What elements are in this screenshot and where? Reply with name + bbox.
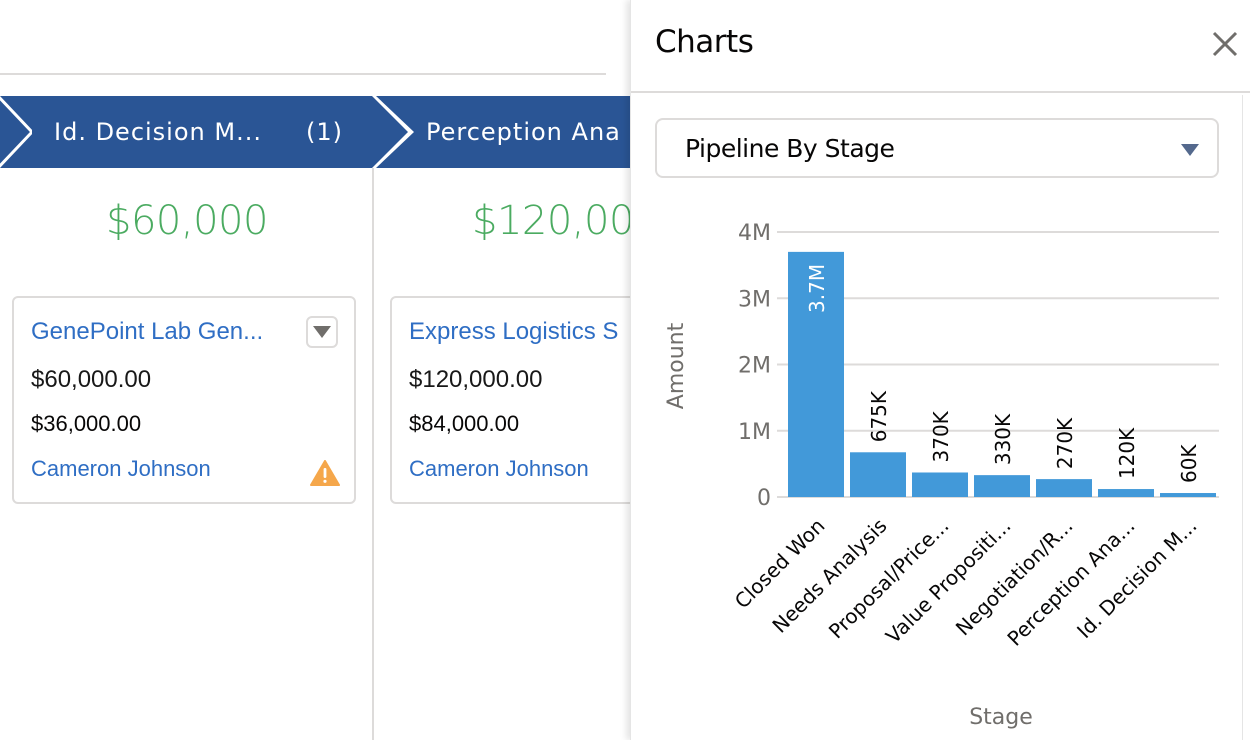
chart-svg: 01M2M3M4MAmount3.7MClosed Won675KNeeds A…	[664, 221, 1219, 730]
opportunity-name-link[interactable]: GenePoint Lab Gen...	[31, 318, 263, 346]
stage-chevron-icon	[372, 96, 416, 168]
stage-chevron-icon	[0, 96, 32, 168]
close-panel-button[interactable]	[1207, 26, 1243, 62]
header-divider	[0, 73, 606, 75]
panel-scrollbar[interactable]	[1242, 95, 1243, 740]
bar-value-label: 370K	[929, 410, 953, 462]
bar-value-label: 3.7M	[805, 264, 829, 313]
bar-4[interactable]	[1036, 479, 1092, 497]
bar-value-label: 330K	[991, 413, 1015, 465]
kanban-board: Id. Decision M... (1) Perception Ana $60…	[0, 0, 690, 740]
opportunity-owner-link[interactable]: Cameron Johnson	[31, 456, 211, 482]
warning-icon[interactable]	[310, 460, 340, 486]
charts-panel: Charts Pipeline By Stage 0 1M 2M 3M 4M Amount…	[630, 0, 1250, 740]
opportunity-owner-link[interactable]: Cameron Johnson	[409, 456, 589, 482]
caret-down-icon	[1181, 144, 1199, 156]
stage-count: (1)	[306, 118, 343, 146]
bar-value-label: 60K	[1177, 444, 1201, 483]
chart-select-value: Pipeline By Stage	[685, 134, 895, 163]
panel-header: Charts	[631, 0, 1250, 93]
column-divider	[372, 168, 374, 740]
x-tick-label: Needs Analysis	[767, 514, 891, 638]
opportunity-expected-revenue: $36,000.00	[31, 411, 142, 436]
card-menu-button[interactable]	[306, 316, 338, 348]
y-tick-label: 1M	[738, 420, 771, 445]
y-tick-label: 3M	[738, 287, 771, 312]
stage-path-bar: Id. Decision M... (1) Perception Ana	[0, 96, 640, 168]
bar-3[interactable]	[974, 475, 1030, 497]
y-axis-label: Amount	[664, 322, 689, 409]
stage-id-decision-makers[interactable]: Id. Decision M...	[54, 96, 262, 168]
bar-2[interactable]	[912, 472, 968, 497]
chart-type-select[interactable]: Pipeline By Stage	[655, 118, 1219, 178]
bar-1[interactable]	[850, 452, 906, 497]
close-icon	[1212, 31, 1238, 57]
x-axis-label: Stage	[969, 705, 1033, 730]
panel-title: Charts	[655, 24, 754, 60]
y-tick-label: 4M	[738, 221, 771, 246]
column-total-amount: $60,000	[106, 198, 268, 244]
opportunity-name-link[interactable]: Express Logistics S	[409, 318, 618, 346]
bar-value-label: 675K	[867, 390, 891, 442]
bar-value-label: 120K	[1115, 427, 1139, 479]
opportunity-card[interactable]: GenePoint Lab Gen... $60,000.00 $36,000.…	[12, 296, 356, 504]
chevron-down-icon	[313, 326, 331, 338]
opportunity-expected-revenue: $84,000.00	[409, 411, 520, 436]
y-tick-label: 2M	[738, 354, 771, 379]
y-tick-label: 0	[757, 486, 771, 511]
bar-5[interactable]	[1098, 489, 1154, 497]
opportunity-amount: $60,000.00	[31, 366, 152, 393]
stage-perception-analysis[interactable]: Perception Ana	[426, 96, 621, 168]
opportunity-amount: $120,000.00	[409, 366, 543, 393]
pipeline-bar-chart: 0 1M 2M 3M 4M Amount 3.7M Closed Won 675K Needs A…	[631, 200, 1250, 740]
bar-6[interactable]	[1160, 493, 1216, 497]
bar-value-label: 270K	[1053, 417, 1077, 469]
